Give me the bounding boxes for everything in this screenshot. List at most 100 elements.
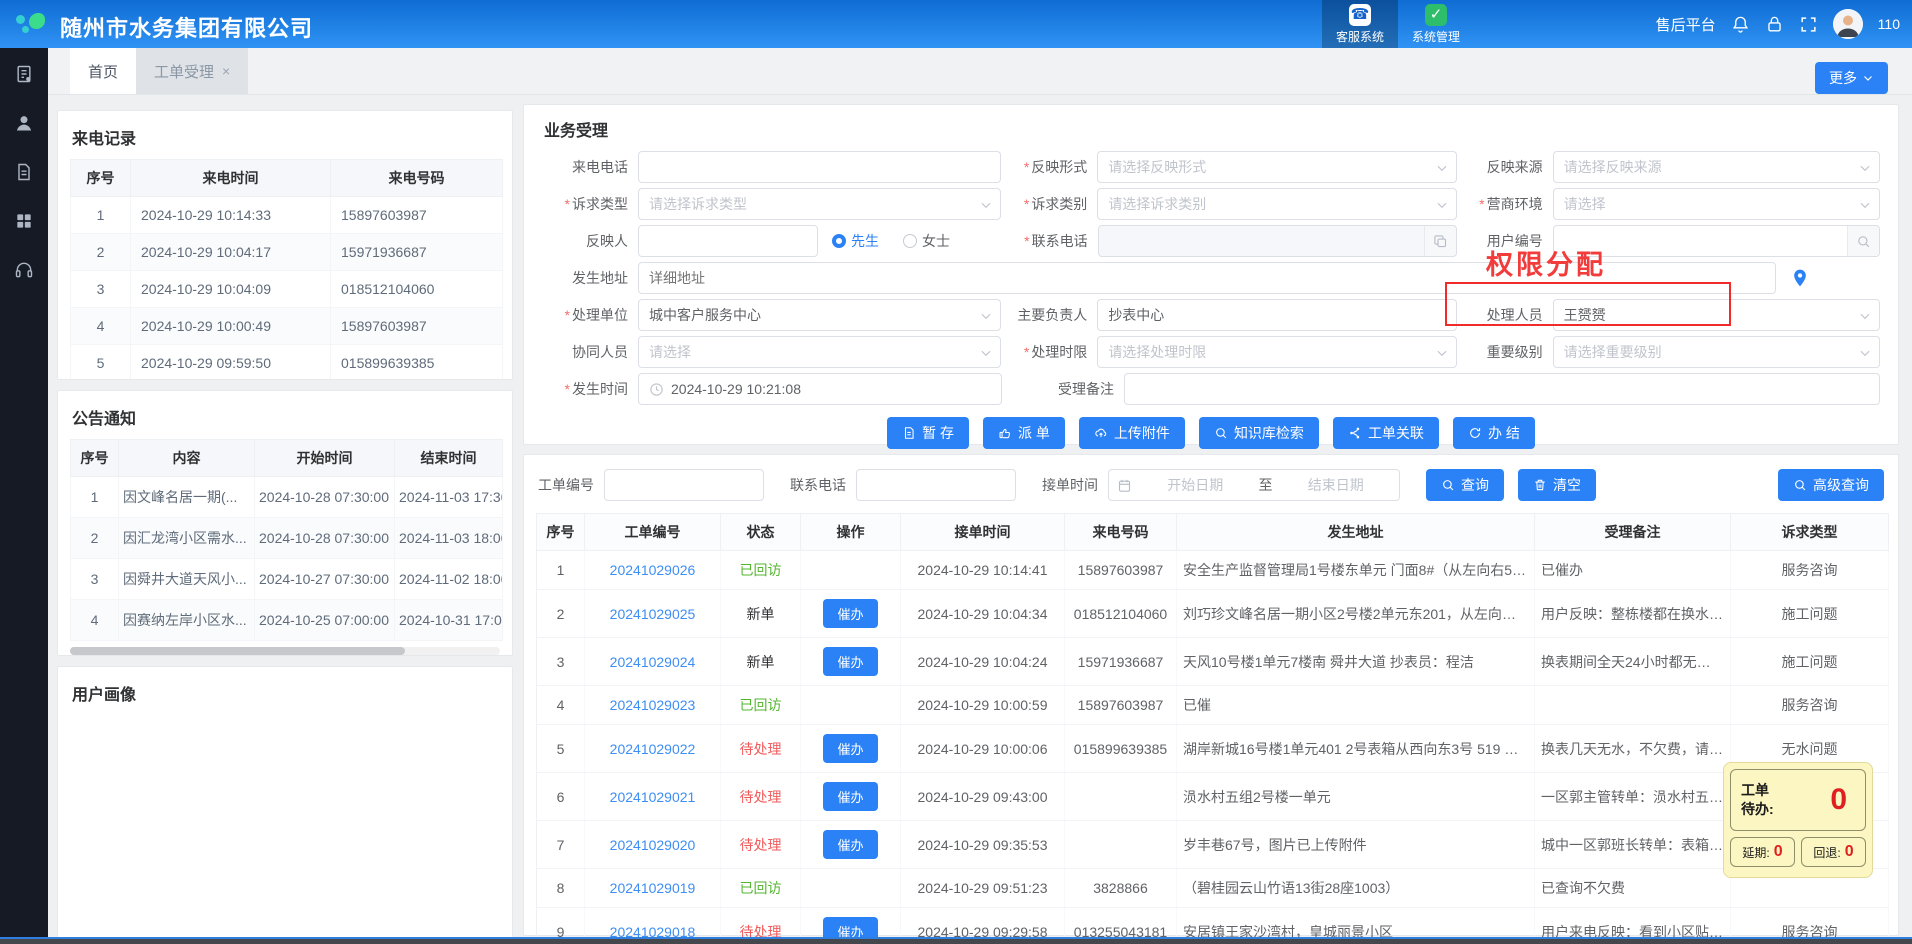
- user-icon[interactable]: [14, 113, 34, 133]
- knowledge-search-button[interactable]: 知识库检索: [1199, 417, 1319, 449]
- announcement-row[interactable]: 1 因文峰名居一期(... 2024-10-28 07:30:00 2024-1…: [71, 477, 503, 518]
- advanced-search-button[interactable]: 高级查询: [1778, 469, 1884, 501]
- avatar[interactable]: [1833, 9, 1863, 39]
- order-number-link[interactable]: 20241029020: [610, 837, 696, 853]
- appeal-type-select[interactable]: 请选择诉求类型: [638, 188, 1001, 220]
- fullscreen-icon[interactable]: [1799, 15, 1818, 34]
- occur-time-picker[interactable]: 2024-10-29 10:21:08: [638, 373, 1002, 405]
- business-env-select[interactable]: 请选择: [1553, 188, 1880, 220]
- lock-icon[interactable]: [1765, 15, 1784, 34]
- co-worker-select[interactable]: 请选择: [638, 336, 1001, 368]
- module-system-management[interactable]: ✓ 系统管理: [1398, 0, 1474, 48]
- todo-rollback[interactable]: 回退: 0: [1801, 837, 1866, 867]
- more-button[interactable]: 更多: [1815, 62, 1888, 94]
- user-profile-panel: 用户画像: [57, 666, 513, 944]
- chevron-down-icon: [1862, 72, 1874, 84]
- dispatch-icon: [998, 426, 1012, 440]
- urge-button[interactable]: 催办: [823, 830, 877, 859]
- todo-pending[interactable]: 工单待办: 0: [1730, 769, 1866, 831]
- apps-icon[interactable]: [14, 211, 34, 231]
- save-draft-button[interactable]: 暂 存: [887, 417, 969, 449]
- chevron-down-icon: [1858, 198, 1872, 212]
- call-record-row[interactable]: 2 2024-10-29 10:04:17 15971936687: [71, 234, 503, 271]
- finish-button[interactable]: 办 结: [1453, 417, 1535, 449]
- phone-input[interactable]: [856, 469, 1016, 501]
- contact-phone-input[interactable]: [1098, 225, 1457, 257]
- search-button[interactable]: 查询: [1426, 469, 1504, 501]
- user-profile-title: 用户画像: [72, 681, 498, 705]
- order-number-link[interactable]: 20241029025: [610, 606, 696, 622]
- column-header: 来电时间: [131, 160, 331, 197]
- call-record-row[interactable]: 3 2024-10-29 10:04:09 018512104060: [71, 271, 503, 308]
- handle-limit-select[interactable]: 请选择处理时限: [1097, 336, 1456, 368]
- call-record-row[interactable]: 4 2024-10-29 10:00:49 15897603987: [71, 308, 503, 345]
- order-number-link[interactable]: 20241029023: [610, 697, 696, 713]
- status-badge: 待处理: [740, 741, 782, 757]
- headset-icon[interactable]: [14, 260, 34, 280]
- knowledge-search-icon: [1214, 426, 1228, 440]
- reflect-form-select[interactable]: 请选择反映形式: [1097, 151, 1456, 183]
- search-icon[interactable]: [1847, 226, 1879, 256]
- todo-delay-count: 0: [1774, 843, 1783, 861]
- handle-unit-select[interactable]: 城中客户服务中心: [638, 299, 1001, 331]
- module-customer-service[interactable]: ☎ 客服系统: [1322, 0, 1398, 48]
- location-pin-icon[interactable]: [1790, 268, 1810, 288]
- urge-button[interactable]: 催办: [823, 647, 877, 676]
- chevron-down-icon: [979, 198, 993, 212]
- topbar: 随州市水务集团有限公司 ☎ 客服系统 ✓ 系统管理 售后平台 110: [0, 0, 1912, 48]
- urge-button[interactable]: 催办: [823, 599, 877, 628]
- document-icon[interactable]: [14, 162, 34, 182]
- radio-male[interactable]: 先生: [832, 231, 879, 251]
- clear-button[interactable]: 清空: [1518, 469, 1596, 501]
- call-record-row[interactable]: 5 2024-10-29 09:59:50 015899639385: [71, 345, 503, 381]
- appeal-category-label: *诉求类别: [1001, 194, 1097, 214]
- chevron-down-icon: [1435, 161, 1449, 175]
- copy-icon[interactable]: [1424, 226, 1456, 256]
- upload-attachment-button[interactable]: 上传附件: [1079, 417, 1185, 449]
- urge-button[interactable]: 催办: [823, 782, 877, 811]
- query-bar: 工单编号 联系电话 接单时间 开始日期 至 结束日期 查询 清空 高级查询: [538, 469, 1884, 501]
- horizontal-scrollbar[interactable]: [70, 647, 500, 655]
- handler-select[interactable]: 王赟赟: [1553, 299, 1880, 331]
- announcement-row[interactable]: 4 因赛纳左岸小区水... 2024-10-25 07:00:00 2024-1…: [71, 600, 503, 641]
- order-number-link[interactable]: 20241029021: [610, 789, 696, 805]
- todo-delay[interactable]: 延期: 0: [1730, 837, 1795, 867]
- column-header: 诉求类型: [1731, 514, 1889, 551]
- order-link-button[interactable]: 工单关联: [1333, 417, 1439, 449]
- order-number-link[interactable]: 20241029022: [610, 741, 696, 757]
- remark-input[interactable]: [1124, 373, 1880, 405]
- appeal-type-label: *诉求类型: [542, 194, 638, 214]
- urge-button[interactable]: 催办: [823, 734, 877, 763]
- order-row: 6 20241029021 待处理 催办 2024-10-29 09:43:00…: [537, 773, 1889, 821]
- dispatch-button[interactable]: 派 单: [983, 417, 1065, 449]
- order-number-link[interactable]: 20241029026: [610, 562, 696, 578]
- aftersales-platform-link[interactable]: 售后平台: [1656, 14, 1716, 35]
- todo-pending-count: 0: [1830, 783, 1847, 817]
- importance-select[interactable]: 请选择重要级别: [1553, 336, 1880, 368]
- column-header: 序号: [71, 440, 119, 477]
- close-icon[interactable]: ×: [222, 63, 230, 79]
- reporter-input[interactable]: [638, 225, 818, 257]
- order-no-input[interactable]: [604, 469, 764, 501]
- main-principal-input[interactable]: 抄表中心: [1097, 299, 1456, 331]
- column-header: 受理备注: [1535, 514, 1731, 551]
- announcement-row[interactable]: 3 因舜井大道天风小... 2024-10-27 07:30:00 2024-1…: [71, 559, 503, 600]
- phone-label: 联系电话: [790, 475, 846, 495]
- call-record-row[interactable]: 1 2024-10-29 10:14:33 15897603987: [71, 197, 503, 234]
- reflect-source-select[interactable]: 请选择反映来源: [1553, 151, 1880, 183]
- caller-phone-input[interactable]: [638, 151, 1001, 183]
- status-badge: 已回访: [740, 562, 782, 578]
- gender-radio-group: 先生 女士: [832, 231, 1002, 251]
- order-number-link[interactable]: 20241029024: [610, 654, 696, 670]
- todo-float-box[interactable]: 工单待办: 0 延期: 0 回退: 0: [1723, 762, 1873, 878]
- announcement-row[interactable]: 2 因汇龙湾小区需水... 2024-10-28 07:30:00 2024-1…: [71, 518, 503, 559]
- tab-home[interactable]: 首页: [70, 48, 136, 94]
- report-icon[interactable]: [14, 64, 34, 84]
- bell-icon[interactable]: [1731, 15, 1750, 34]
- appeal-category-select[interactable]: 请选择诉求类别: [1097, 188, 1456, 220]
- tab-work-order[interactable]: 工单受理 ×: [136, 48, 248, 94]
- status-badge: 待处理: [740, 789, 782, 805]
- radio-female[interactable]: 女士: [903, 231, 950, 251]
- order-number-link[interactable]: 20241029019: [610, 880, 696, 896]
- date-range-picker[interactable]: 开始日期 至 结束日期: [1108, 469, 1400, 501]
